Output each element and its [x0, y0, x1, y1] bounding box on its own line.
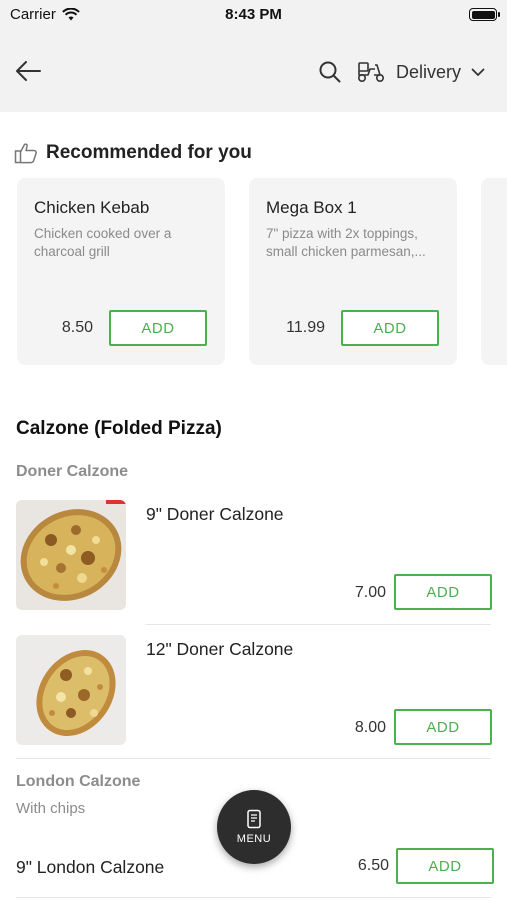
calzone-image	[16, 635, 126, 745]
menu-fab-label: MENU	[236, 833, 272, 845]
recommended-card-partial[interactable]	[481, 178, 507, 365]
chevron-down-icon	[471, 68, 485, 76]
delivery-label: Delivery	[396, 61, 462, 82]
recommended-item-description: 7" pizza with 2x toppings, small chicken…	[266, 226, 426, 259]
menu-item-row[interactable]: 12" Doner Calzone 8.00 ADD	[16, 635, 493, 750]
recommended-title: Recommended for you	[46, 142, 252, 163]
search-icon	[319, 61, 341, 83]
delivery-selector[interactable]: Delivery	[356, 55, 485, 89]
add-button[interactable]: ADD	[396, 848, 494, 884]
arrow-left-icon	[16, 61, 41, 81]
divider	[16, 897, 491, 898]
divider	[16, 758, 491, 759]
battery-icon	[469, 8, 500, 21]
recommended-item-name: Chicken Kebab	[34, 198, 150, 217]
item-price: 8.00	[354, 719, 386, 736]
add-button[interactable]: ADD	[394, 709, 492, 745]
section-title: Calzone (Folded Pizza)	[16, 418, 222, 439]
recommended-item-price: 11.99	[286, 319, 325, 336]
menu-fab-button[interactable]: MENU	[217, 790, 291, 864]
category-title: London Calzone	[16, 773, 141, 790]
recommended-card[interactable]: Mega Box 1 7" pizza with 2x toppings, sm…	[249, 178, 457, 365]
recommended-carousel[interactable]: Chicken Kebab Chicken cooked over a char…	[0, 178, 507, 368]
status-time: 8:43 PM	[225, 6, 282, 23]
add-button[interactable]: ADD	[394, 574, 492, 610]
recommended-item-description: Chicken cooked over a charcoal grill	[34, 226, 172, 259]
add-button[interactable]: ADD	[341, 310, 439, 346]
item-name: 9" Doner Calzone	[146, 504, 284, 524]
category-subtitle: With chips	[16, 800, 86, 817]
calzone-image	[16, 500, 126, 610]
thumbs-up-icon	[14, 143, 37, 164]
item-name: 12" Doner Calzone	[146, 639, 294, 659]
back-button[interactable]	[12, 55, 44, 87]
category-title: Doner Calzone	[16, 463, 129, 480]
add-button[interactable]: ADD	[109, 310, 207, 346]
item-name: 9" London Calzone	[16, 857, 165, 877]
divider	[146, 624, 491, 625]
item-price: 6.50	[357, 857, 389, 874]
menu-book-icon	[247, 809, 261, 829]
recommended-item-price: 8.50	[61, 319, 93, 336]
recommended-item-name: Mega Box 1	[266, 198, 357, 217]
recommended-card[interactable]: Chicken Kebab Chicken cooked over a char…	[17, 178, 225, 365]
status-bar: Carrier 8:43 PM	[0, 0, 507, 30]
search-button[interactable]	[316, 58, 344, 86]
scooter-icon	[357, 62, 384, 83]
menu-item-row[interactable]: 9" Doner Calzone 7.00 ADD	[16, 500, 493, 615]
recommended-header: Recommended for you	[14, 142, 252, 164]
nav-bar: Delivery	[0, 30, 507, 112]
item-price: 7.00	[354, 584, 386, 601]
